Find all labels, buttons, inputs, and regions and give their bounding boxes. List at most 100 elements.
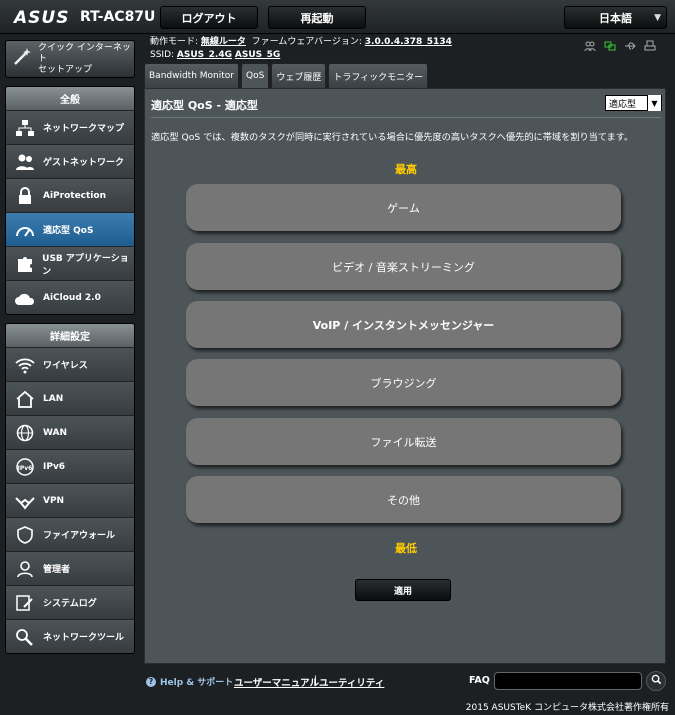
sidebar-item-network-map[interactable]: ネットワークマップ (6, 110, 134, 144)
sidebar-item-wireless[interactable]: ワイヤレス (6, 347, 134, 381)
priority-item-browsing[interactable]: ブラウジング (186, 359, 621, 406)
sidebar-item-usb-application[interactable]: USB アプリケーション (6, 246, 134, 280)
chevron-down-icon: ▼ (654, 13, 661, 23)
cloud-home-icon (14, 288, 36, 308)
tab-bandwidth-monitor[interactable]: Bandwidth Monitor (144, 63, 239, 88)
tab-qos[interactable]: QoS (241, 63, 270, 88)
mode-label: 動作モード: (150, 37, 199, 47)
tab-traffic-monitor[interactable]: トラフィックモニター (328, 63, 429, 88)
sidebar-item-firewall[interactable]: ファイアウォール (6, 517, 134, 551)
chevron-down-icon: ▼ (647, 95, 661, 111)
priority-highest-label: 最高 (395, 163, 417, 176)
status-icons (584, 40, 656, 52)
priority-item-others[interactable]: その他 (186, 476, 621, 523)
internet-status-icon[interactable] (604, 40, 616, 52)
sidebar-item-label: WAN (43, 427, 68, 438)
sidebar-item-guest-network[interactable]: ゲストネットワーク (6, 144, 134, 178)
sidebar-item-label: VPN (43, 495, 65, 506)
tab-bar: Bandwidth Monitor QoS ウェブ履歴 トラフィックモニター (144, 63, 429, 88)
shield-icon (14, 525, 36, 545)
sidebar-item-aiprotection[interactable]: AiProtection (6, 178, 134, 212)
quick-setup-line1: クイック インターネット (38, 42, 131, 64)
footer-separator: | (314, 675, 318, 686)
network-map-icon (14, 118, 36, 138)
sidebar-item-label: 管理者 (43, 565, 71, 575)
sidebar-item-label: ファイアウォール (43, 531, 116, 541)
logout-button[interactable]: ログアウト (160, 6, 258, 29)
sidebar-item-lan[interactable]: LAN (6, 381, 134, 415)
printer-icon[interactable] (644, 40, 656, 52)
quick-internet-setup-button[interactable]: クイック インターネット セットアップ (5, 40, 135, 78)
sidebar: クイック インターネット セットアップ 全般 ネットワークマップ ゲストネットワ… (5, 40, 135, 654)
ssid-24-link[interactable]: ASUS_2.4G (177, 50, 232, 60)
usb-icon[interactable] (624, 40, 636, 52)
sidebar-item-vpn[interactable]: VPN (6, 483, 134, 517)
faq-label: FAQ (469, 675, 490, 686)
user-icon (14, 559, 36, 579)
firmware-label: ファームウェアバージョン: (251, 37, 362, 47)
firmware-version-link[interactable]: 3.0.0.4.378_5134 (365, 37, 452, 47)
sidebar-item-label: ワイヤレス (43, 361, 88, 371)
copyright: 2015 ASUSTeK コンピュータ株式会社著作権所有 (465, 703, 669, 713)
top-bar: ASUS RT-AC87U ログアウト 再起動 日本語 ▼ (0, 0, 675, 34)
magic-wand-icon (12, 47, 32, 72)
help-support-label: Help & サポート (160, 678, 234, 688)
qos-mode-value: 適応型 (609, 99, 637, 110)
ssid-5-link[interactable]: ASUS_5G (235, 50, 280, 60)
mode-value-link[interactable]: 無線ルータ (201, 37, 246, 47)
general-section: 全般 ネットワークマップ ゲストネットワーク AiProtection 適応型 … (5, 86, 135, 315)
qos-mode-select[interactable]: 適応型 ▼ (605, 95, 662, 111)
footer: ? Help & サポート ユーザーマニュアル | ユーティリティ FAQ 20… (0, 666, 675, 715)
utility-link[interactable]: ユーティリティ (319, 675, 384, 689)
user-manual-link[interactable]: ユーザーマニュアル (234, 675, 319, 689)
search-button[interactable] (646, 671, 666, 691)
globe-icon (14, 423, 36, 443)
sidebar-item-label: USB アプリケーション (42, 253, 129, 277)
sidebar-item-label: ネットワークマップ (43, 124, 125, 134)
svg-text:IPv6: IPv6 (18, 465, 33, 472)
search-icon (651, 674, 662, 688)
priority-item-gaming[interactable]: ゲーム (186, 184, 621, 231)
apply-button[interactable]: 適用 (355, 579, 451, 601)
sidebar-item-label: AiProtection (43, 190, 106, 201)
faq-search-input[interactable] (494, 672, 642, 690)
advanced-section-header: 詳細設定 (6, 324, 134, 347)
vpn-icon (14, 491, 36, 511)
asus-logo: ASUS (14, 8, 70, 28)
gauge-icon (14, 220, 36, 240)
sidebar-item-ipv6[interactable]: IPv6 IPv6 (6, 449, 134, 483)
priority-item-voip[interactable]: VoIP / インスタントメッセンジャー (186, 301, 621, 348)
general-section-header: 全般 (6, 87, 134, 110)
model-name: RT-AC87U (80, 9, 156, 25)
priority-item-file-transfer[interactable]: ファイル転送 (186, 418, 621, 465)
wifi-icon (14, 355, 36, 375)
router-status: 動作モード: 無線ルータ ファームウェアバージョン: 3.0.0.4.378_5… (150, 36, 452, 62)
language-label: 日本語 (599, 11, 632, 25)
quick-setup-line2: セットアップ (38, 64, 93, 75)
sidebar-item-administration[interactable]: 管理者 (6, 551, 134, 585)
log-edit-icon (14, 593, 36, 613)
sidebar-item-system-log[interactable]: システムログ (6, 585, 134, 619)
help-support: ? Help & サポート (146, 675, 233, 688)
sidebar-item-label: ゲストネットワーク (43, 158, 125, 168)
network-tools-icon (14, 627, 36, 647)
advanced-section: 詳細設定 ワイヤレス LAN WAN IPv6 IPv6 VPN ファイアウォー… (5, 323, 135, 654)
sidebar-item-wan[interactable]: WAN (6, 415, 134, 449)
qos-panel: 適応型 QoS - 適応型 適応型 ▼ 適応型 QoS では、複数のタスクが同時… (144, 88, 666, 664)
sidebar-item-label: AiCloud 2.0 (43, 292, 101, 303)
lock-icon (14, 186, 36, 206)
puzzle-icon (14, 254, 35, 274)
sidebar-item-aicloud[interactable]: AiCloud 2.0 (6, 280, 134, 314)
tab-web-history[interactable]: ウェブ履歴 (271, 63, 327, 88)
sidebar-item-network-tools[interactable]: ネットワークツール (6, 619, 134, 653)
language-select[interactable]: 日本語 ▼ (564, 6, 667, 29)
page-title: 適応型 QoS - 適応型 (151, 99, 258, 112)
sidebar-item-adaptive-qos[interactable]: 適応型 QoS (6, 212, 134, 246)
sidebar-item-label: システムログ (43, 599, 97, 609)
guest-users-icon (14, 152, 36, 172)
priority-item-video-streaming[interactable]: ビデオ / 音楽ストリーミング (186, 243, 621, 290)
help-icon: ? (146, 676, 156, 687)
ssid-label: SSID: (150, 50, 175, 60)
reboot-button[interactable]: 再起動 (268, 6, 366, 29)
clients-icon[interactable] (584, 40, 596, 52)
